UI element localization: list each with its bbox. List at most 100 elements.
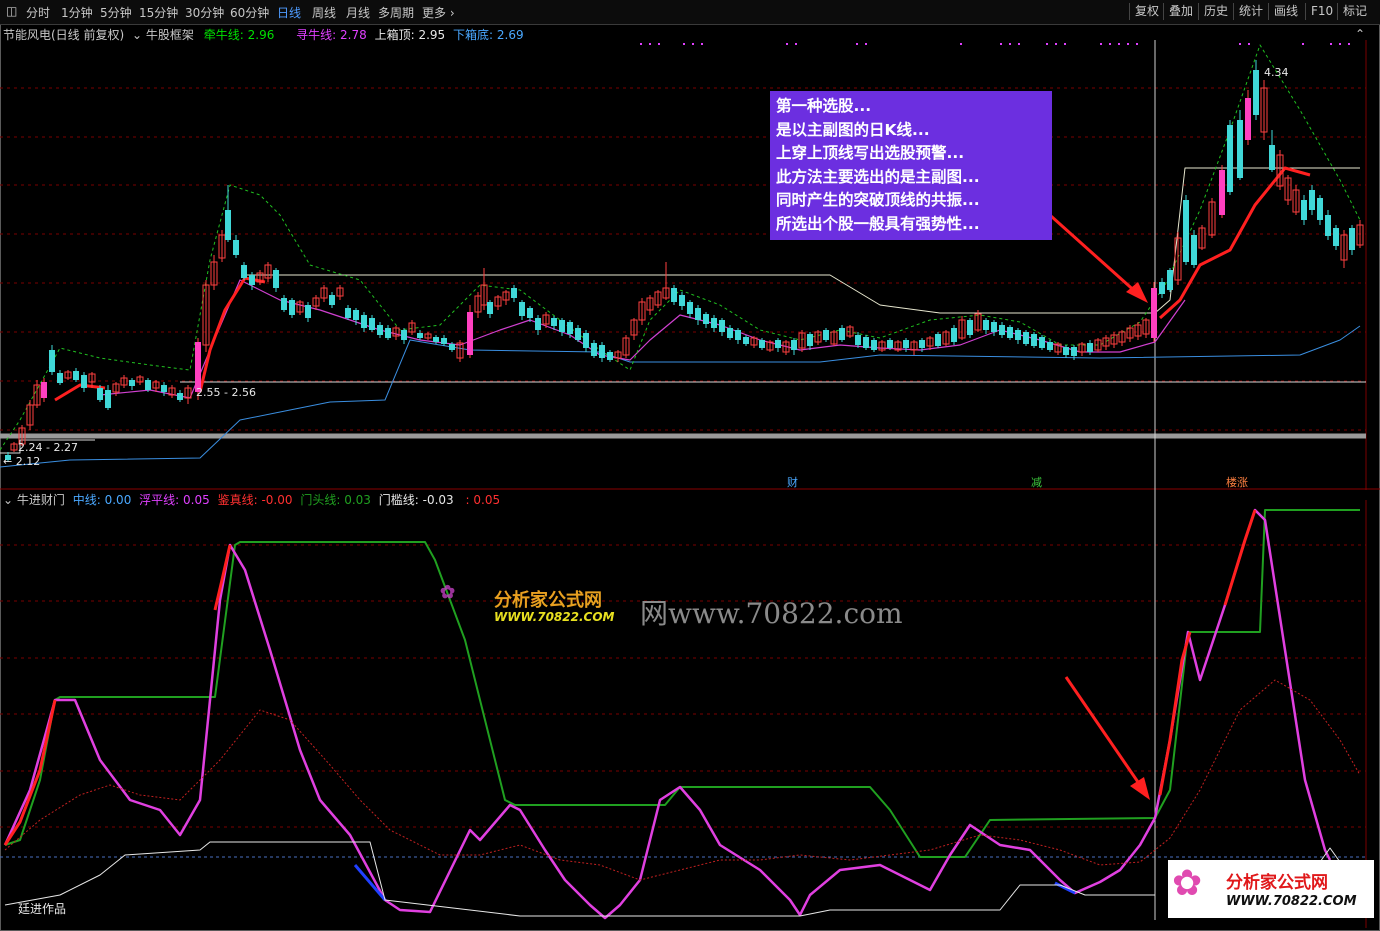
candle-body — [903, 340, 909, 348]
signal-dot — [1348, 43, 1350, 45]
arrow-shaft — [1040, 206, 1140, 296]
box-range-label: 2.55 - 2.56 — [196, 386, 256, 399]
start-range-label: 2.24 - 2.27 — [18, 441, 78, 454]
signal-dot — [1136, 43, 1138, 45]
candle-body — [145, 380, 151, 390]
price-low-label: ← 2.12 — [3, 455, 41, 468]
candle-body — [1151, 288, 1157, 338]
candle-body — [377, 325, 383, 335]
candle-body — [999, 325, 1005, 335]
candle-body — [823, 330, 829, 340]
arrow-head — [1130, 777, 1150, 800]
annotation-line: 上穿上顶线写出选股预警... — [776, 144, 965, 162]
candle-body — [441, 338, 447, 344]
candle-body — [575, 328, 581, 340]
candle-body — [1191, 235, 1197, 265]
signal-dot — [692, 43, 694, 45]
signal-dot — [786, 43, 788, 45]
candle-body — [1071, 347, 1077, 356]
logo-watermark-url: WWW.70822.COM — [494, 610, 615, 624]
candle-body — [671, 288, 677, 302]
candle-body — [807, 334, 813, 346]
signal-dot — [1046, 43, 1048, 45]
float-line-label: 浮平线: — [139, 493, 180, 507]
candle-body — [951, 328, 957, 342]
candle-body — [591, 343, 597, 356]
signal-dot — [1000, 43, 1002, 45]
candle-body — [195, 342, 201, 392]
candle-body — [727, 328, 733, 338]
jianzhen-seg-4 — [1223, 509, 1257, 606]
candle-body — [1349, 228, 1355, 250]
candle-body — [97, 388, 103, 400]
menkan-label: 门槛线: — [378, 493, 419, 507]
candle-body — [991, 322, 997, 332]
candle-body — [241, 265, 247, 278]
candle-body — [567, 322, 573, 334]
candle-body — [81, 375, 87, 388]
candle-body — [1031, 334, 1037, 346]
logo-watermark-text: 分析家公式网 — [494, 590, 602, 611]
candle-body — [305, 305, 311, 318]
lower-indicator-icon[interactable]: ⌄ — [3, 493, 13, 507]
candle-body — [863, 337, 869, 348]
signal-dot — [649, 43, 651, 45]
signal-dot — [640, 43, 642, 45]
candle-body — [129, 380, 135, 386]
annotation-line: 此方法主要选出的是主副图... — [776, 167, 980, 186]
bull-line-2 — [198, 276, 266, 393]
candle-body — [49, 350, 55, 372]
candle-body — [57, 373, 63, 383]
candle-body — [871, 340, 877, 350]
signal-dot — [1339, 43, 1341, 45]
candle-body — [369, 318, 375, 330]
candle-body — [1325, 215, 1331, 236]
signal-dot — [865, 43, 867, 45]
signal-dot — [960, 43, 962, 45]
candle-body — [1087, 343, 1093, 352]
candle-body — [73, 371, 79, 380]
candle-body — [983, 320, 989, 330]
signal-dot — [1109, 43, 1111, 45]
mid-line-label: 中线: — [72, 493, 101, 507]
candle-body — [1063, 347, 1069, 355]
signal-dot — [1018, 43, 1020, 45]
candle-body — [695, 308, 701, 320]
brand-logo-text: 分析家公式网 — [1226, 873, 1328, 893]
annotation-box: 第一种选股... 是以主副图的日K线... 上穿上顶线写出选股预警... 此方法… — [770, 91, 1052, 240]
signal-marker-cai: 财 — [787, 476, 798, 489]
candle-body — [401, 330, 407, 340]
candle-body — [967, 320, 973, 335]
candle-body — [599, 345, 605, 358]
candle-body — [1015, 330, 1021, 340]
candle-body — [511, 288, 517, 298]
signal-dot — [1239, 43, 1241, 45]
jianzhen-label: 鉴真线: — [217, 493, 258, 507]
jianzhen-seg-1 — [3, 699, 57, 846]
candle-body — [1007, 327, 1013, 338]
annotation-line: 所选出个股一般具有强势性... — [776, 214, 980, 233]
signal-dot — [1302, 43, 1304, 45]
signal-dot — [1127, 43, 1129, 45]
candle-body — [743, 337, 749, 344]
candle-body — [527, 308, 533, 318]
signal-dot — [1118, 43, 1120, 45]
signal-dot — [658, 43, 660, 45]
annotation-line: 第一种选股... — [776, 97, 872, 115]
candle-body — [759, 340, 765, 348]
candle-body — [919, 340, 925, 348]
candle-body — [433, 337, 439, 342]
menkan-value: -0.03 — [422, 493, 454, 507]
extra-label: : — [465, 493, 470, 507]
kline-chart — [0, 40, 1380, 928]
url-watermark: 网www.70822.com — [640, 597, 903, 630]
candle-body — [273, 270, 279, 288]
candle-body — [1167, 270, 1173, 290]
candle-body — [1269, 145, 1275, 170]
signal-dot — [856, 43, 858, 45]
price-high-label: 4.34 — [1264, 66, 1289, 79]
float-line-value: 0.05 — [183, 493, 210, 507]
lower-indicator-name[interactable]: 牛进财门 — [17, 493, 65, 507]
candle-body — [1309, 190, 1315, 210]
extra-value: 0.05 — [473, 493, 501, 507]
